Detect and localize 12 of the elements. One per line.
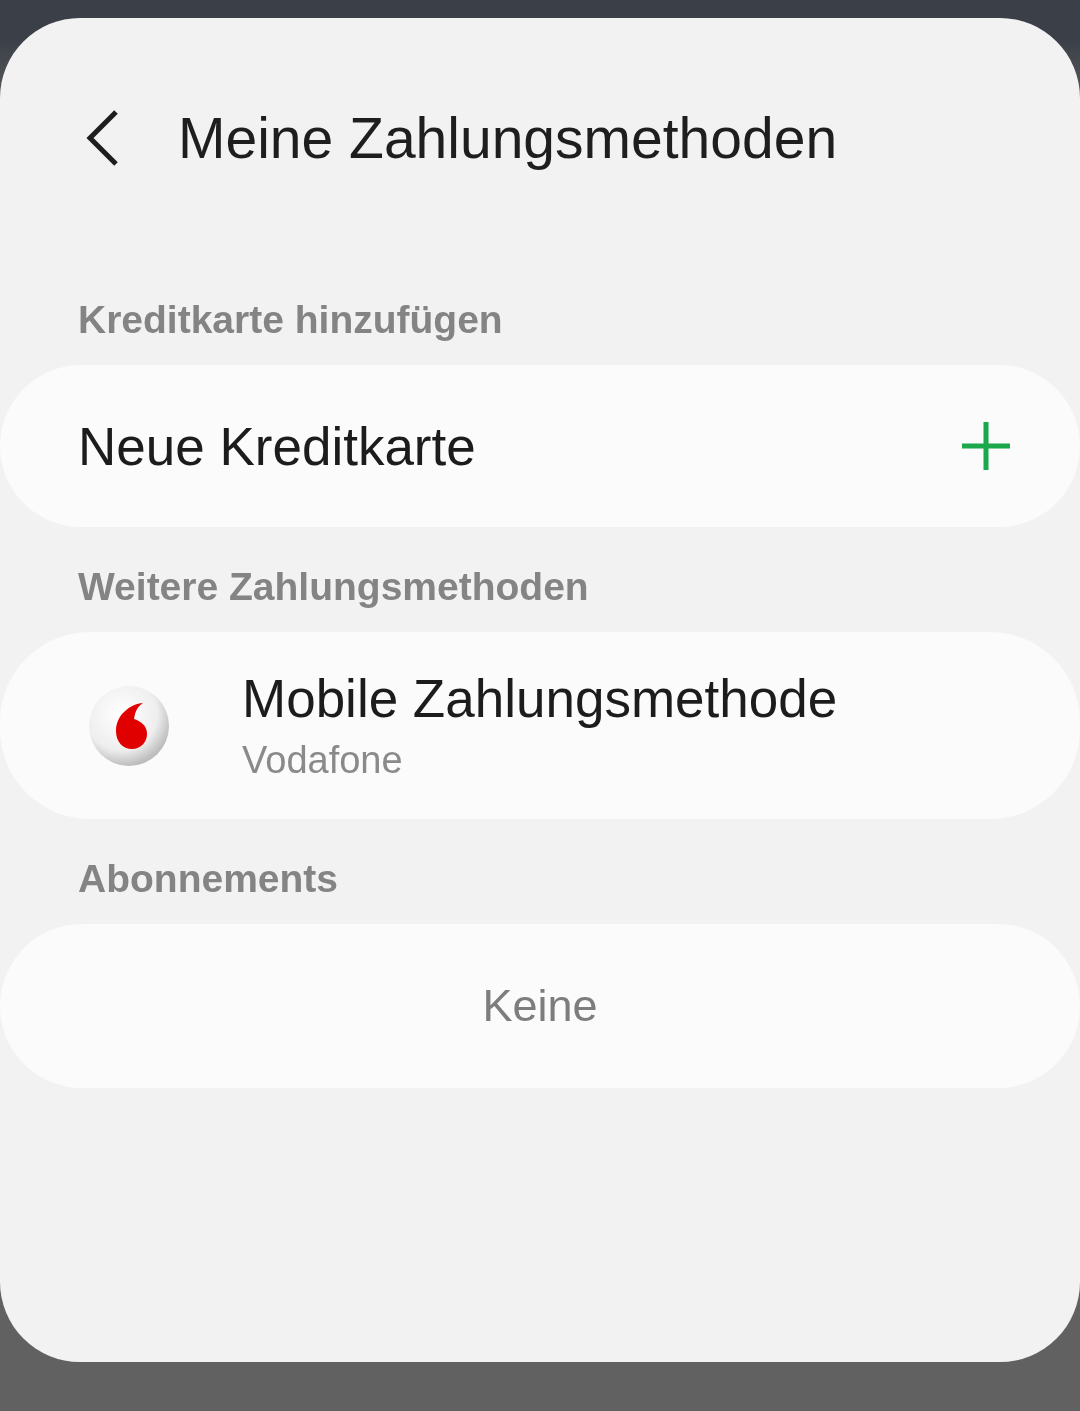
row-subtitle: Vodafone [242,737,404,783]
drop-logo-icon [88,684,170,767]
section-label: Kreditkarte hinzufügen [78,297,503,343]
plus-icon[interactable] [960,420,1012,472]
section-label: Abonnements [78,856,338,902]
page-title: Meine Zahlungsmethoden [178,105,838,171]
section-label: Weitere Zahlungsmethoden [78,564,589,610]
payment-method-row[interactable]: Mobile Zahlungsmethode Vodafone [0,632,1080,819]
empty-text: Keine [482,980,598,1032]
row-title: Mobile Zahlungsmethode [242,667,838,730]
add-card-row[interactable]: Neue Kreditkarte [0,365,1080,527]
row-title: Neue Kreditkarte [78,415,476,477]
